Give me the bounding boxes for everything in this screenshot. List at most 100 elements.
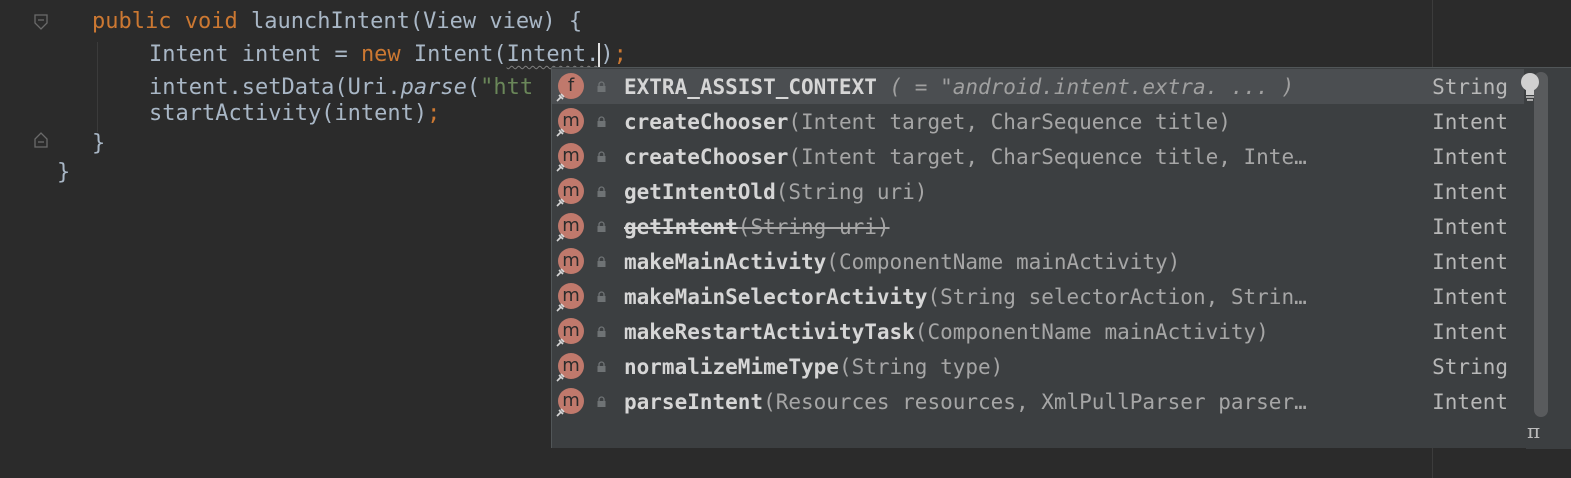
member-signature: (ComponentName mainActivity) [914,319,1269,344]
fold-end-marker-icon[interactable] [34,132,48,148]
completion-item[interactable]: m getIntentOld(String uri) Intent [552,174,1524,209]
pin-icon [556,163,565,172]
completion-item[interactable]: m createChooser(Intent target, CharSequen… [552,104,1524,139]
lock-icon [597,396,606,407]
code-editor[interactable]: public void launchIntent(View view) { In… [0,0,1571,478]
pin-icon [556,268,565,277]
member-signature: (String type) [838,354,1004,379]
lock-icon [597,186,606,197]
pi-symbol[interactable]: π [1527,419,1540,443]
completion-item-name: normalizeMimeType(String type) [624,355,1003,379]
lightbulb-icon[interactable] [1518,71,1542,101]
keyword-public: public [92,9,172,34]
closing-brace: } [57,160,71,185]
completion-item-name: createChooser(Intent target, CharSequenc… [624,145,1307,169]
completion-item[interactable]: m makeMainSelectorActivity(String selecto… [552,279,1524,314]
code-line-4[interactable]: startActivity(intent); [149,97,440,131]
pin-icon [556,408,565,417]
lock-icon [597,116,606,127]
return-type: Intent [1432,389,1508,414]
field-badge-icon: f [556,73,584,102]
pin-icon [556,198,565,207]
editor-gutter [0,0,58,478]
method-badge-icon: m [556,388,584,417]
completion-item-name: makeMainSelectorActivity(String selector… [624,285,1307,309]
declaration: intent = [228,42,361,67]
completion-item-name: createChooser(Intent target, CharSequenc… [624,110,1231,134]
code-line-5[interactable]: } [92,127,105,161]
member-name: makeMainActivity [624,249,827,274]
lock-icon [597,81,606,92]
keyword-new: new [360,42,401,67]
member-name: EXTRA_ASSIST_CONTEXT [624,74,877,99]
scrollbar-track [1526,68,1571,449]
method-badge-icon: m [556,353,584,382]
typed-text: Intent. [506,42,600,67]
lock-icon [597,151,606,162]
member-signature: (String uri) [737,214,890,239]
completion-item-name: getIntentOld(String uri) [624,180,927,204]
open-paren: ( [466,75,481,100]
method-badge-icon: m [556,248,584,277]
lock-icon [597,361,606,372]
method-badge-icon: m [556,143,584,172]
method-call: startActivity(intent) [149,101,428,126]
lock-icon [597,256,606,267]
member-signature: ( = "android.intent.extra. ... ) [876,74,1295,99]
member-name: createChooser [624,109,789,134]
completion-item[interactable]: m normalizeMimeType(String type) String [552,349,1524,384]
code-line-1[interactable]: public void launchIntent(View view) { [92,5,582,39]
member-signature: (Resources resources, XmlPullParser pars… [763,389,1307,414]
badge-letter: f [567,75,575,96]
return-type: String [1432,74,1508,99]
scrollbar-thumb[interactable] [1534,72,1548,417]
code-line-6[interactable]: } [57,156,70,190]
member-signature: (String uri) [775,179,928,204]
method-signature: launchIntent(View view) { [250,9,583,34]
completion-item[interactable]: m createChooser(Intent target, CharSequen… [552,139,1524,174]
return-type: String [1432,354,1508,379]
return-type: Intent [1432,284,1508,309]
fold-marker-icon[interactable] [34,14,48,30]
return-type: Intent [1432,109,1508,134]
member-name: createChooser [624,144,789,169]
method-badge-icon: m [556,318,584,347]
member-signature: (Intent target, CharSequence title, Inte… [788,144,1307,169]
return-type: Intent [1432,144,1508,169]
member-signature: (Intent target, CharSequence title) [788,109,1231,134]
completion-item-name: makeRestartActivityTask(ComponentName ma… [624,320,1269,344]
return-type: Intent [1432,214,1508,239]
indent-guide [97,42,98,132]
semicolon: ; [427,101,441,126]
lock-icon [597,221,606,232]
closing-brace: } [92,131,106,156]
completion-item[interactable]: m makeMainActivity(ComponentName mainActi… [552,244,1524,279]
method-badge-icon: m [556,213,584,242]
member-name: normalizeMimeType [624,354,839,379]
method-badge-icon: m [556,178,584,207]
return-type: Intent [1432,319,1508,344]
closing-paren: ) [600,42,614,67]
return-type: Intent [1432,179,1508,204]
member-name: makeMainSelectorActivity [624,284,928,309]
completion-item-name: parseIntent(Resources resources, XmlPull… [624,390,1307,414]
completion-item[interactable]: m makeRestartActivityTask(ComponentName m… [552,314,1524,349]
pin-icon [556,303,565,312]
completion-item[interactable]: m getIntent(String uri) Intent [552,209,1524,244]
lock-icon [597,326,606,337]
return-type: Intent [1432,249,1508,274]
lock-icon [597,291,606,302]
completion-item[interactable]: m parseIntent(Resources resources, XmlPul… [552,384,1524,419]
member-name: parseIntent [624,389,764,414]
completion-item[interactable]: f EXTRA_ASSIST_CONTEXT ( = "android.inten… [552,69,1524,104]
completion-item-name: getIntent(String uri) [624,215,890,239]
pin-icon [556,233,565,242]
completion-item-name: makeMainActivity(ComponentName mainActiv… [624,250,1180,274]
string-literal: "htt [480,75,534,100]
constructor-call: Intent( [400,42,507,67]
member-name: getIntentOld [624,179,776,204]
type-name: Intent [149,42,229,67]
completion-popup[interactable]: f EXTRA_ASSIST_CONTEXT ( = "android.inten… [551,67,1571,449]
member-signature: (String selectorAction, Strin… [927,284,1307,309]
completion-item-name: EXTRA_ASSIST_CONTEXT ( = "android.intent… [624,75,1294,99]
